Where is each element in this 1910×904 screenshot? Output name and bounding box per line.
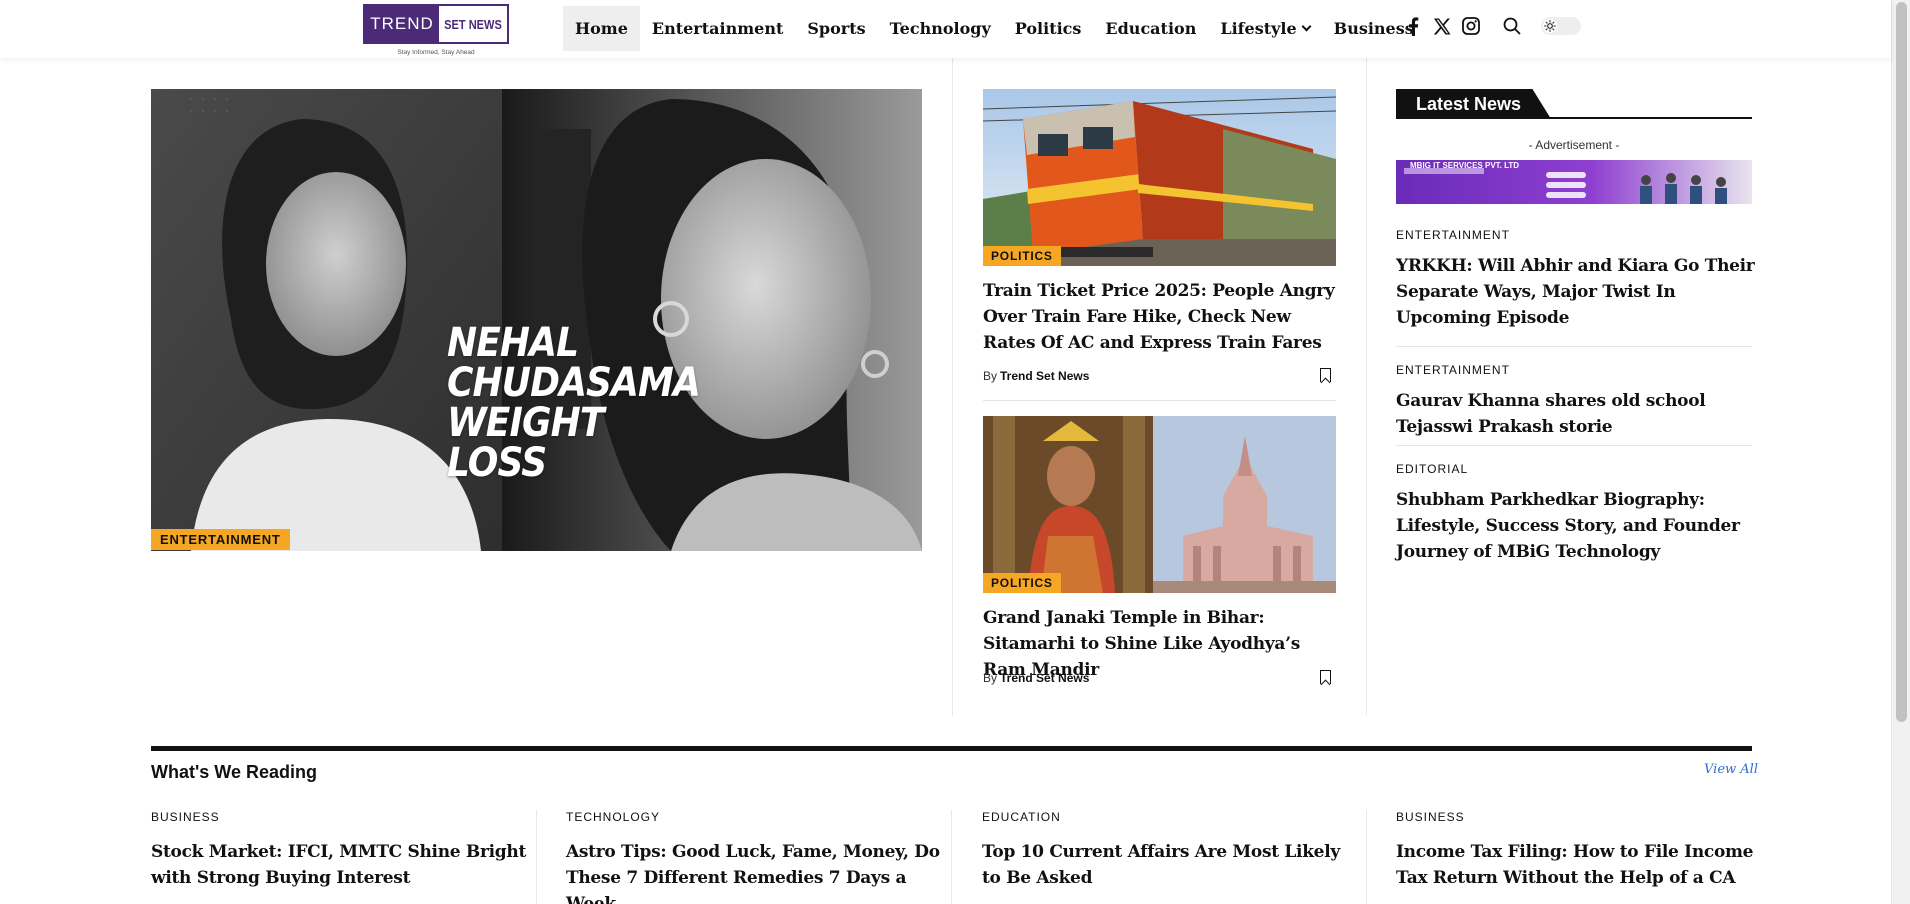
hero-title[interactable]: NEHAL CHUDASAMA WEIGHT LOSS [447,320,701,486]
bookmark-icon[interactable] [1320,670,1331,684]
instagram-icon[interactable] [1461,16,1481,36]
logo-word-set-news: SET NEWS [444,16,502,32]
article-divider [983,400,1336,401]
nav-sports[interactable]: Sports [795,6,877,51]
section-rule [151,746,1752,751]
sun-icon [1543,19,1557,33]
train-article-title[interactable]: Train Ticket Price 2025: People Angry Ov… [983,278,1343,356]
hero-title-line: NEHAL [447,320,579,366]
temple-article-image[interactable]: POLITICS [983,416,1336,593]
reading-category[interactable]: EDUCATION [982,810,1362,824]
nav-technology[interactable]: Technology [878,6,1003,51]
train-photo [983,89,1336,266]
latest-article-title[interactable]: YRKKH: Will Abhir and Kiara Go Their Sep… [1396,253,1756,331]
logo-word-trend: TREND [365,6,439,42]
x-icon[interactable] [1432,16,1452,36]
reading-title[interactable]: Income Tax Filing: How to File Income Ta… [1396,839,1776,891]
reading-category[interactable]: BUSINESS [151,810,531,824]
hero-title-line: LOSS [447,440,547,486]
nav-lifestyle[interactable]: Lifestyle [1208,6,1321,51]
reading-item: BUSINESS Stock Market: IFCI, MMTC Shine … [151,810,531,891]
search-icon[interactable] [1502,16,1522,36]
main-nav: Home Entertainment Sports Technology Pol… [563,6,1426,51]
byline-prefix: By [983,671,998,685]
category-badge[interactable]: POLITICS [983,246,1061,266]
dark-mode-toggle[interactable] [1541,17,1581,35]
reading-category[interactable]: BUSINESS [1396,810,1776,824]
reading-category[interactable]: TECHNOLOGY [566,810,946,824]
author-link[interactable]: Trend Set News [1000,369,1089,383]
nav-lifestyle-label: Lifestyle [1220,19,1297,38]
hero-title-line: CHUDASAMA [447,360,701,406]
site-logo[interactable]: TREND SET NEWS [363,4,509,44]
column-divider [951,810,952,904]
column-divider [536,810,537,904]
reading-title[interactable]: Stock Market: IFCI, MMTC Shine Bright wi… [151,839,531,891]
reading-item: BUSINESS Income Tax Filing: How to File … [1396,810,1776,891]
reading-title[interactable]: Astro Tips: Good Luck, Fame, Money, Do T… [566,839,946,904]
column-divider [1366,810,1367,904]
column-divider [952,58,953,716]
train-article-image[interactable]: POLITICS [983,89,1336,266]
byline-prefix: By [983,369,998,383]
nav-entertainment[interactable]: Entertainment [640,6,795,51]
view-all-link[interactable]: View All [1704,762,1758,777]
page-scrollbar[interactable] [1891,0,1910,904]
bookmark-icon[interactable] [1320,368,1331,382]
category-badge[interactable]: POLITICS [983,573,1061,593]
latest-category[interactable]: EDITORIAL [1396,462,1468,476]
latest-article-title[interactable]: Gaurav Khanna shares old school Tejasswi… [1396,388,1756,440]
column-divider [1366,58,1367,716]
latest-category[interactable]: ENTERTAINMENT [1396,363,1510,377]
advertisement-banner[interactable]: MBIG IT SERVICES PVT. LTD [1396,160,1752,204]
latest-category[interactable]: ENTERTAINMENT [1396,228,1510,242]
hero-category-badge[interactable]: ENTERTAINMENT [151,529,290,550]
article-byline: By Trend Set News [983,369,1089,383]
temple-photo [983,416,1336,593]
nav-education[interactable]: Education [1093,6,1208,51]
article-byline: By Trend Set News [983,671,1089,685]
ad-text: MBIG IT SERVICES PVT. LTD [1410,161,1520,170]
hero-title-line: WEIGHT [447,400,604,446]
latest-news-title: Latest News [1396,89,1552,119]
reading-title[interactable]: Top 10 Current Affairs Are Most Likely t… [982,839,1362,891]
nav-home[interactable]: Home [563,6,640,51]
header-icons [1403,16,1581,36]
advertisement-label: - Advertisement - [1528,138,1620,152]
reading-item: EDUCATION Top 10 Current Affairs Are Mos… [982,810,1362,891]
site-header: TREND SET NEWS Stay Informed, Stay Ahead… [0,0,1891,58]
latest-divider [1396,445,1752,446]
chevron-down-icon [1301,21,1312,32]
reading-item: TECHNOLOGY Astro Tips: Good Luck, Fame, … [566,810,946,904]
section-title: What's We Reading [151,762,317,782]
author-link[interactable]: Trend Set News [1000,671,1089,685]
logo-tagline: Stay Informed, Stay Ahead [397,49,475,56]
latest-divider [1396,346,1752,347]
hero-article[interactable]: NEHAL CHUDASAMA WEIGHT LOSS ENTERTAINMEN… [151,89,922,551]
latest-news-header: Latest News [1396,89,1752,119]
scrollbar-thumb[interactable] [1896,2,1907,722]
latest-article-title[interactable]: Shubham Parkhedkar Biography: Lifestyle,… [1396,487,1756,565]
nav-politics[interactable]: Politics [1003,6,1094,51]
facebook-icon[interactable] [1403,16,1423,36]
